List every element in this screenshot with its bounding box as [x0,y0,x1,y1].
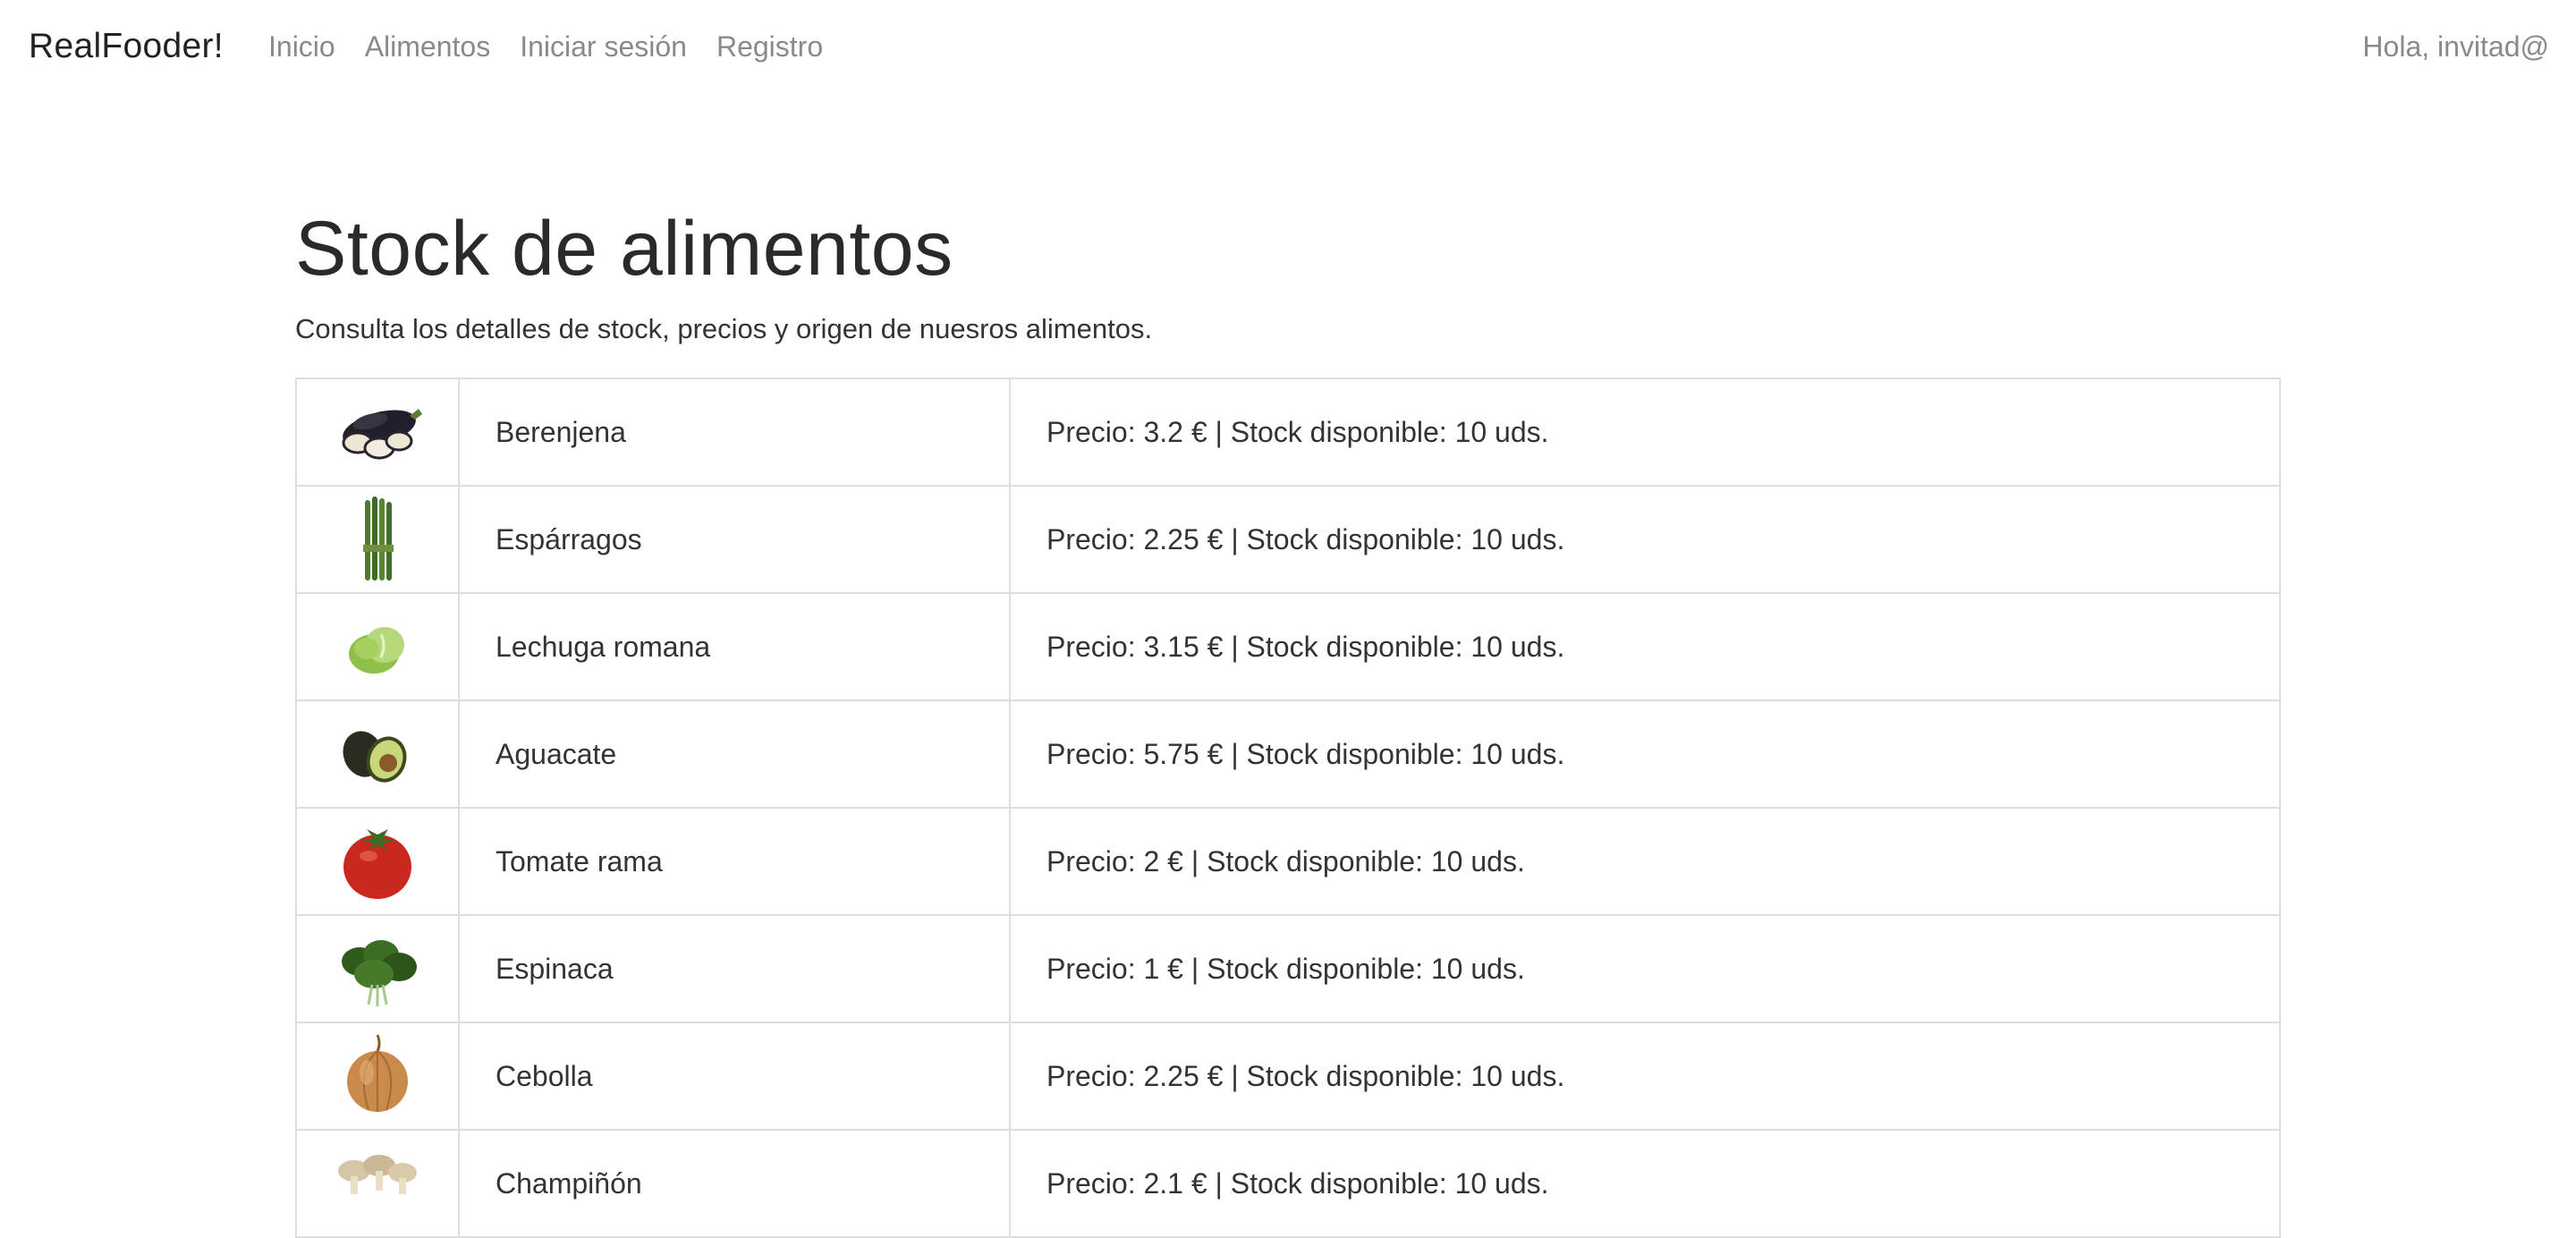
food-details: Precio: 3.2 € | Stock disponible: 10 uds… [1009,377,2281,487]
table-row: Champiñón Precio: 2.1 € | Stock disponib… [295,1129,2281,1238]
page-title: Stock de alimentos [295,206,953,292]
image-cell [295,700,460,809]
food-name: Berenjena [458,377,1011,487]
nav-link-registro[interactable]: Registro [716,27,823,66]
food-details: Precio: 1 € | Stock disponible: 10 uds. [1009,914,2281,1023]
nav-links: Inicio Alimentos Iniciar sesión Registro [268,27,852,66]
user-greeting: Hola, invitad@ [2362,30,2549,63]
image-cell [295,1022,460,1131]
food-name: Espinaca [458,914,1011,1023]
table-row: Tomate rama Precio: 2 € | Stock disponib… [295,807,2281,916]
page-subtitle: Consulta los detalles de stock, precios … [295,313,1153,344]
nav-link-iniciar-sesion[interactable]: Iniciar sesión [520,27,687,66]
food-details: Precio: 2.1 € | Stock disponible: 10 uds… [1009,1129,2281,1238]
food-name: Lechuga romana [458,592,1011,701]
food-details: Precio: 2.25 € | Stock disponible: 10 ud… [1009,1022,2281,1131]
food-name: Espárragos [458,485,1011,594]
food-details: Precio: 2.25 € | Stock disponible: 10 ud… [1009,485,2281,594]
food-name: Champiñón [458,1129,1011,1238]
onion-image [347,1034,408,1112]
lettuce-image [349,627,404,674]
mushroom-image [338,1155,417,1194]
image-cell [295,807,460,916]
nav-link-alimentos[interactable]: Alimentos [365,27,491,66]
avocado-image [343,731,407,783]
navbar: RealFooder! Inicio Alimentos Iniciar ses… [0,0,2576,93]
image-cell [295,1129,460,1238]
food-name: Tomate rama [458,807,1011,916]
table-row: Cebolla Precio: 2.25 € | Stock disponibl… [295,1022,2281,1131]
food-name: Aguacate [458,700,1011,809]
brand-link[interactable]: RealFooder! [29,25,224,68]
food-name: Cebolla [458,1022,1011,1131]
image-cell [295,485,460,594]
table-row: Lechuga romana Precio: 3.15 € | Stock di… [295,592,2281,701]
tomato-image [343,829,411,899]
spinach-image [342,940,417,1006]
image-cell [295,592,460,701]
table-row: Berenjena Precio: 3.2 € | Stock disponib… [295,377,2281,487]
food-details: Precio: 3.15 € | Stock disponible: 10 ud… [1009,592,2281,701]
main-content: Stock de alimentos Consulta los detalles… [295,197,2281,1238]
table-row: Espinaca Precio: 1 € | Stock disponible:… [295,914,2281,1023]
image-cell [295,914,460,1023]
nav-link-inicio[interactable]: Inicio [268,27,335,66]
food-table: Berenjena Precio: 3.2 € | Stock disponib… [295,377,2281,1238]
table-row: Aguacate Precio: 5.75 € | Stock disponib… [295,700,2281,809]
food-details: Precio: 5.75 € | Stock disponible: 10 ud… [1009,700,2281,809]
food-details: Precio: 2 € | Stock disponible: 10 uds. [1009,807,2281,916]
table-row: Espárragos Precio: 2.25 € | Stock dispon… [295,485,2281,594]
eggplant-image [342,409,422,460]
image-cell [295,377,460,487]
asparagus-image [363,496,394,581]
